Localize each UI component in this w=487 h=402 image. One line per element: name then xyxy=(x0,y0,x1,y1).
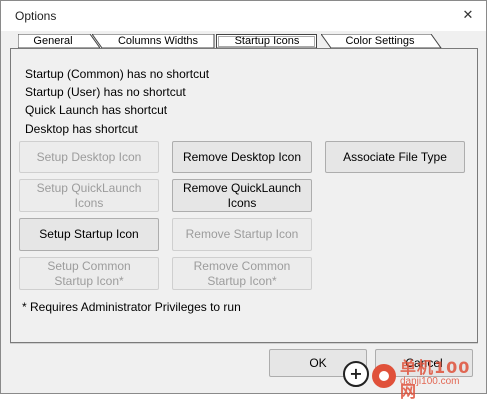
site-watermark: + 单机100网 danji100.com xyxy=(340,348,485,401)
bottom-separator xyxy=(10,343,478,344)
tab-color-label: Color Settings xyxy=(345,35,415,47)
watermark-logo-icon: + xyxy=(343,361,396,388)
options-dialog: Options ✕ General Columns Widths Startup… xyxy=(0,0,487,394)
tab-startup-label: Startup Icons xyxy=(234,35,300,47)
watermark-url: danji100.com xyxy=(400,376,460,387)
window-title: Options xyxy=(15,9,57,23)
status-desktop: Desktop has shortcut xyxy=(25,122,138,136)
title-bar: Options ✕ xyxy=(1,1,486,31)
tab-columns-label: Columns Widths xyxy=(117,35,199,47)
setup-quicklaunch-icons-button[interactable]: Setup QuickLaunch Icons xyxy=(19,179,159,212)
remove-quicklaunch-icons-button[interactable]: Remove QuickLaunch Icons xyxy=(172,179,312,212)
status-startup-user: Startup (User) has no shortcut xyxy=(25,85,186,99)
setup-desktop-icon-button[interactable]: Setup Desktop Icon xyxy=(19,141,159,173)
setup-startup-icon-button[interactable]: Setup Startup Icon xyxy=(19,218,159,251)
remove-desktop-icon-button[interactable]: Remove Desktop Icon xyxy=(172,141,312,173)
setup-common-startup-icon-button[interactable]: Setup Common Startup Icon* xyxy=(19,257,159,290)
status-quick-launch: Quick Launch has shortcut xyxy=(25,103,168,117)
tab-color-settings[interactable]: Color Settings xyxy=(321,34,443,48)
close-icon[interactable]: ✕ xyxy=(460,7,476,23)
associate-file-type-button[interactable]: Associate File Type xyxy=(325,141,465,173)
svg-text:+: + xyxy=(349,364,362,383)
tab-general-label: General xyxy=(33,35,73,47)
admin-note: * Requires Administrator Privileges to r… xyxy=(22,300,241,314)
tab-columns-widths[interactable]: Columns Widths xyxy=(92,34,216,48)
tab-startup-icons[interactable]: Startup Icons xyxy=(216,34,318,48)
remove-common-startup-icon-button[interactable]: Remove Common Startup Icon* xyxy=(172,257,312,290)
status-startup-common: Startup (Common) has no shortcut xyxy=(25,67,210,81)
tab-general[interactable]: General xyxy=(18,34,100,48)
remove-startup-icon-button[interactable]: Remove Startup Icon xyxy=(172,218,312,251)
